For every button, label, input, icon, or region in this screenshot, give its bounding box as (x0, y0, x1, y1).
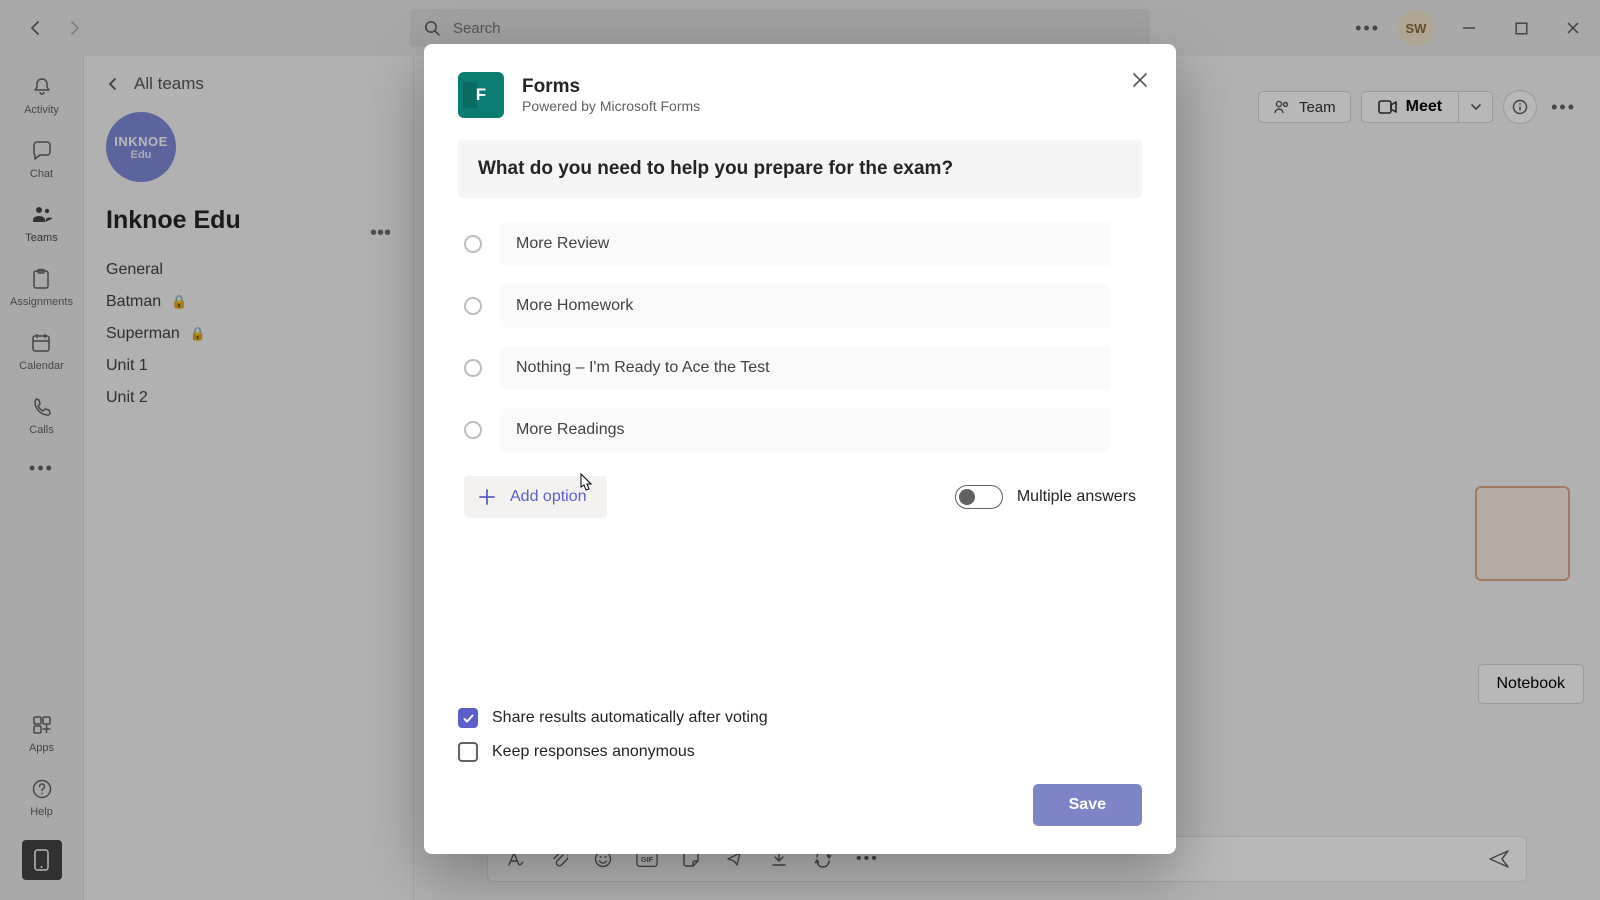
option-row (464, 222, 1136, 266)
radio-icon (464, 421, 482, 439)
option-controls: Add option Multiple answers (458, 476, 1142, 518)
plus-icon (476, 486, 498, 508)
close-icon (1132, 72, 1148, 88)
radio-icon (464, 297, 482, 315)
question-input[interactable]: What do you need to help you prepare for… (458, 140, 1142, 198)
add-option-button[interactable]: Add option (464, 476, 607, 518)
multiple-answers-toggle[interactable] (955, 485, 1003, 509)
forms-app-icon: F (458, 72, 504, 118)
forms-dialog: F Forms Powered by Microsoft Forms What … (424, 44, 1176, 854)
options-list (458, 222, 1142, 452)
dialog-footer: Save (458, 784, 1142, 826)
keep-anonymous-label: Keep responses anonymous (492, 743, 695, 761)
option-input-2[interactable] (500, 284, 1110, 328)
dialog-title: Forms (522, 76, 700, 98)
save-button[interactable]: Save (1033, 784, 1142, 826)
radio-icon (464, 235, 482, 253)
share-results-checkbox[interactable]: Share results automatically after voting (458, 708, 1142, 728)
option-input-1[interactable] (500, 222, 1110, 266)
checkbox-unchecked-icon (458, 742, 478, 762)
option-row (464, 408, 1136, 452)
close-button[interactable] (1124, 64, 1156, 96)
option-row (464, 284, 1136, 328)
keep-anonymous-checkbox[interactable]: Keep responses anonymous (458, 742, 1142, 762)
app-root: ••• SW Activity Chat (0, 0, 1600, 900)
option-input-4[interactable] (500, 408, 1110, 452)
radio-icon (464, 359, 482, 377)
add-option-label: Add option (510, 488, 587, 506)
dialog-header: F Forms Powered by Microsoft Forms (458, 72, 1142, 118)
share-results-label: Share results automatically after voting (492, 709, 768, 727)
checkbox-checked-icon (458, 708, 478, 728)
modal-overlay: F Forms Powered by Microsoft Forms What … (0, 0, 1600, 900)
option-input-3[interactable] (500, 346, 1110, 390)
dialog-subtitle: Powered by Microsoft Forms (522, 98, 700, 114)
multiple-answers-label: Multiple answers (1017, 488, 1136, 506)
dialog-checkboxes: Share results automatically after voting… (458, 678, 1142, 762)
option-row (464, 346, 1136, 390)
multiple-answers-group: Multiple answers (955, 485, 1136, 509)
